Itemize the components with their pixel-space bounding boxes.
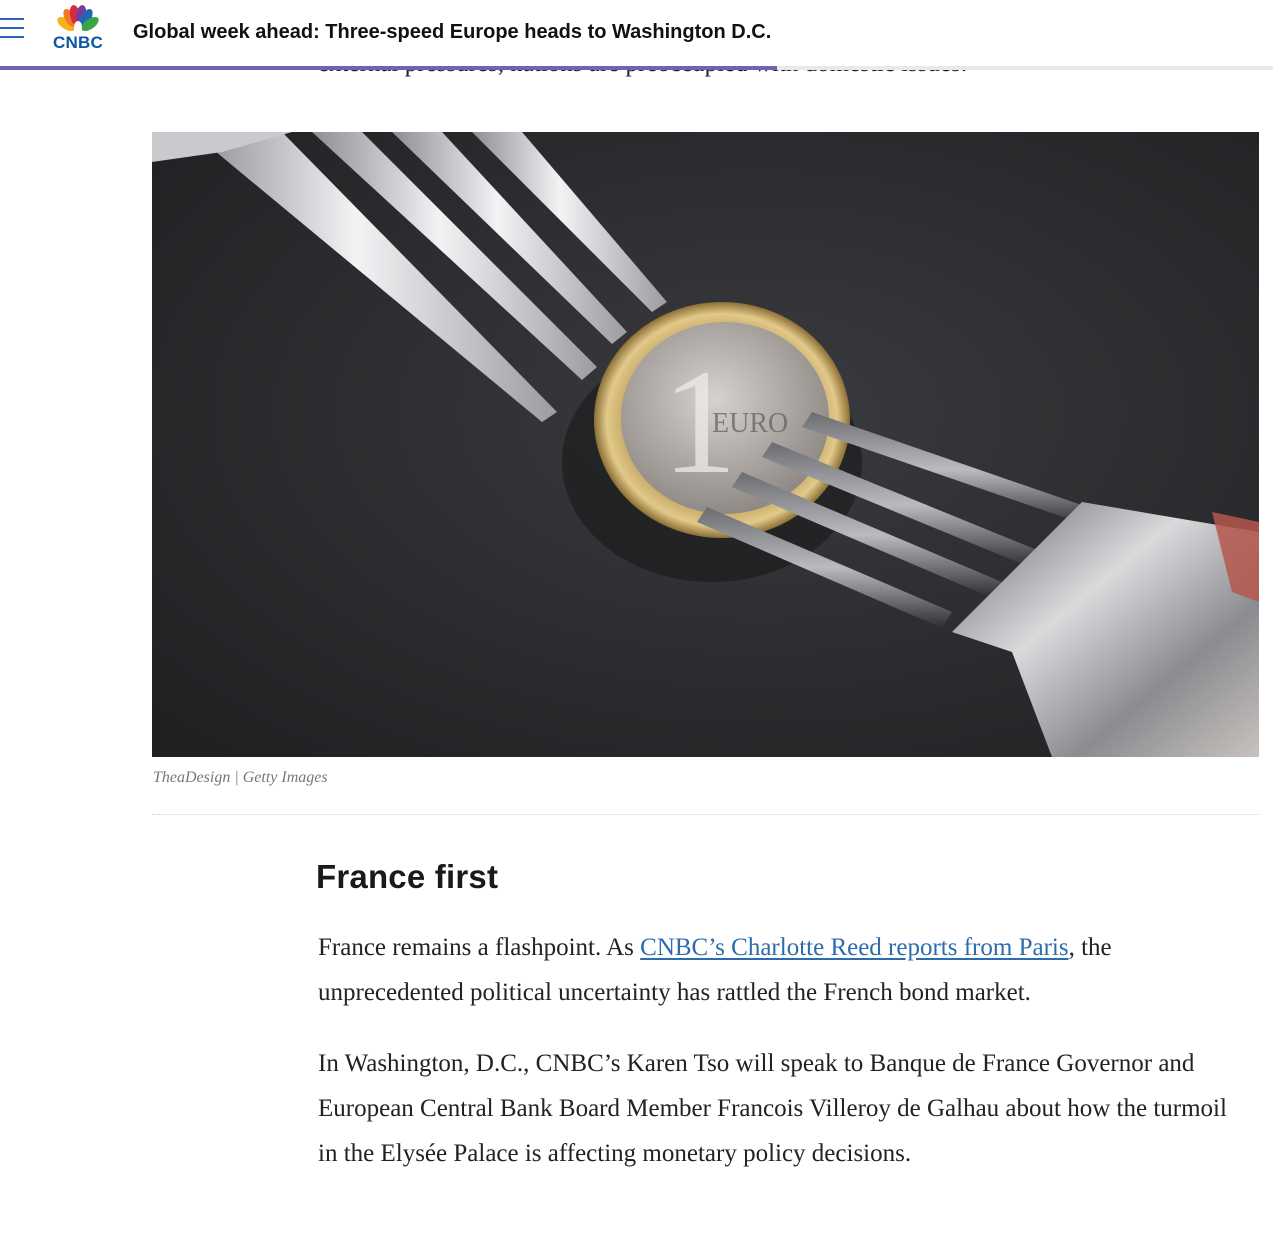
cnbc-logo[interactable]: CNBC bbox=[48, 4, 108, 54]
charlotte-reed-report-link[interactable]: CNBC’s Charlotte Reed reports from Paris bbox=[640, 934, 1068, 961]
hamburger-menu-icon[interactable] bbox=[0, 18, 24, 40]
sticky-header: CNBC Global week ahead: Three-speed Euro… bbox=[0, 0, 1273, 66]
fork-and-euro-coin-photo: 1 EURO bbox=[152, 132, 1259, 757]
article-image: 1 EURO bbox=[152, 132, 1259, 757]
paragraph-text: France remains a flashpoint. As bbox=[318, 934, 641, 961]
paragraph-france: France remains a flashpoint. As CNBC’s C… bbox=[318, 925, 1238, 1015]
article-title: Global week ahead: Three-speed Europe he… bbox=[133, 21, 772, 43]
svg-text:EURO: EURO bbox=[712, 408, 788, 439]
image-caption: TheaDesign | Getty Images bbox=[153, 769, 328, 786]
logo-text: CNBC bbox=[53, 33, 103, 52]
peacock-icon bbox=[57, 5, 99, 33]
section-heading: France first bbox=[316, 858, 499, 895]
reading-progress-track bbox=[0, 66, 1273, 70]
caption-divider bbox=[152, 814, 1260, 815]
reading-progress-bar bbox=[0, 66, 777, 70]
paragraph-washington: In Washington, D.C., CNBC’s Karen Tso wi… bbox=[318, 1050, 1227, 1167]
article: external pressures, nations are preoccup… bbox=[0, 0, 1273, 1234]
